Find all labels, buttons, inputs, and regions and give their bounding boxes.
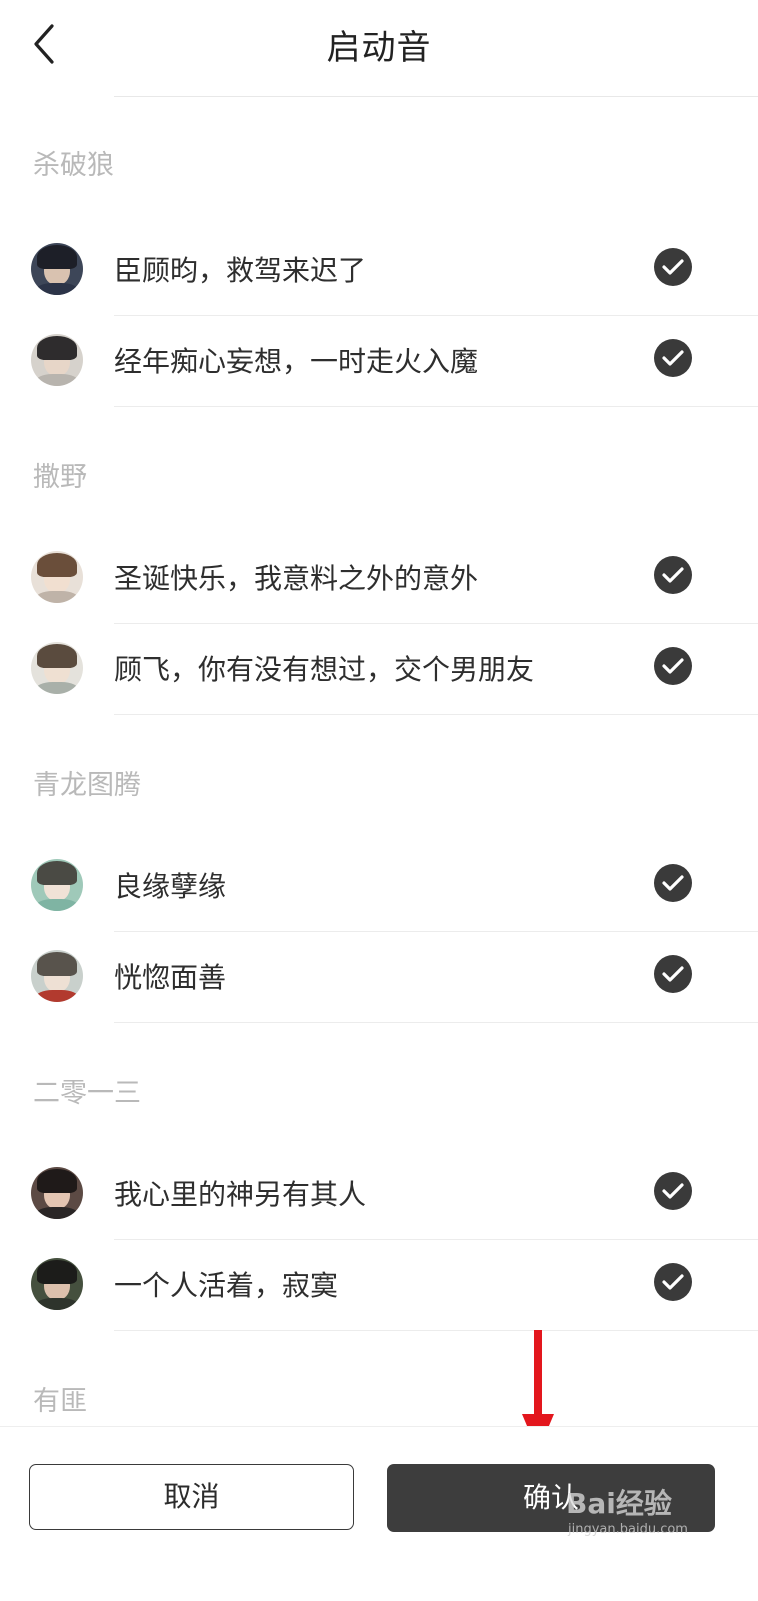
checkmark-icon[interactable]	[654, 556, 692, 594]
avatar	[31, 243, 83, 295]
sound-item-label: 顾飞，你有没有想过，交个男朋友	[114, 653, 535, 686]
sound-list-item[interactable]: 一个人活着，寂寞	[0, 1240, 758, 1331]
sound-item-label: 经年痴心妄想，一时走火入魔	[114, 345, 479, 378]
checkmark-icon[interactable]	[654, 1263, 692, 1301]
avatar	[31, 642, 83, 694]
avatar	[31, 334, 83, 386]
avatar	[31, 551, 83, 603]
header: 启动音	[0, 0, 758, 96]
sound-item-label: 良缘孽缘	[114, 870, 227, 903]
sound-list-item[interactable]: 经年痴心妄想，一时走火入魔	[0, 316, 758, 407]
checkmark-icon[interactable]	[654, 955, 692, 993]
startup-sound-list: 杀破狼臣顾昀，救驾来迟了经年痴心妄想，一时走火入魔撒野圣诞快乐，我意料之外的意外…	[0, 97, 758, 1548]
checkmark-icon[interactable]	[654, 647, 692, 685]
avatar	[31, 950, 83, 1002]
sound-list-item[interactable]: 顾飞，你有没有想过，交个男朋友	[0, 624, 758, 715]
sound-item-label: 臣顾昀，救驾来迟了	[114, 254, 367, 287]
checkmark-icon[interactable]	[654, 1172, 692, 1210]
checkmark-icon[interactable]	[654, 248, 692, 286]
group-title: 二零一三	[33, 1078, 141, 1109]
watermark-url: jingyan.baidu.com	[568, 1522, 688, 1537]
cancel-button[interactable]: 取消	[29, 1464, 354, 1530]
sound-item-label: 我心里的神另有其人	[114, 1178, 367, 1211]
sound-item-label: 恍惚面善	[114, 961, 227, 994]
page-title: 启动音	[326, 28, 432, 68]
avatar	[31, 1258, 83, 1310]
sound-list-item[interactable]: 我心里的神另有其人	[0, 1149, 758, 1240]
group-title: 撒野	[33, 462, 87, 493]
avatar	[31, 1167, 83, 1219]
sound-list-item[interactable]: 圣诞快乐，我意料之外的意外	[0, 533, 758, 624]
baidu-jingyan-watermark: Bai经验 jingyan.baidu.com	[566, 1478, 746, 1548]
avatar	[31, 859, 83, 911]
watermark-logo: Bai经验	[566, 1487, 672, 1520]
row-divider	[114, 714, 758, 715]
group-title: 青龙图腾	[33, 770, 141, 801]
sound-list-item[interactable]: 良缘孽缘	[0, 841, 758, 932]
sound-item-label: 一个人活着，寂寞	[114, 1269, 339, 1302]
sound-item-label: 圣诞快乐，我意料之外的意外	[114, 562, 479, 595]
sound-list-item[interactable]: 臣顾昀，救驾来迟了	[0, 225, 758, 316]
row-divider	[114, 406, 758, 407]
row-divider	[114, 1330, 758, 1331]
sound-list-item[interactable]: 恍惚面善	[0, 932, 758, 1023]
group-title: 杀破狼	[33, 150, 114, 181]
row-divider	[114, 1022, 758, 1023]
checkmark-icon[interactable]	[654, 339, 692, 377]
checkmark-icon[interactable]	[654, 864, 692, 902]
